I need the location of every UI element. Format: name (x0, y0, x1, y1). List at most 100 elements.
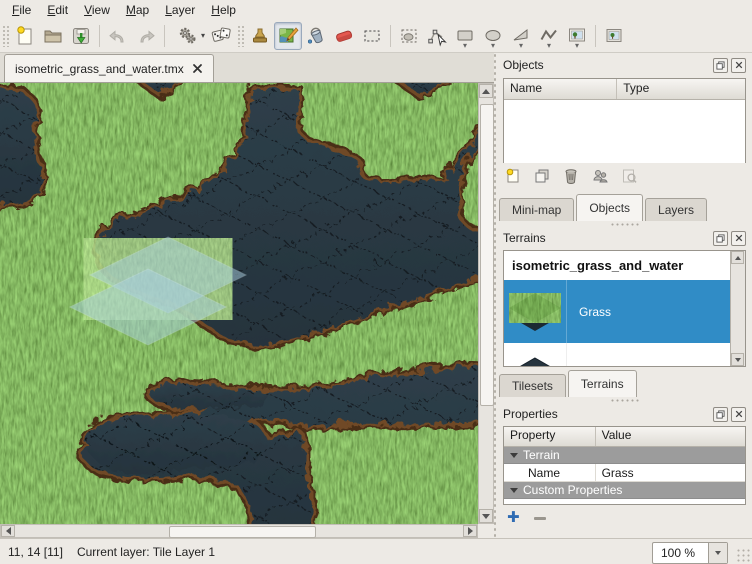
random-mode-button[interactable] (207, 22, 235, 50)
image-icon (603, 25, 625, 47)
dropdown-caret-icon (201, 32, 205, 40)
scroll-down-button[interactable] (731, 353, 744, 366)
terrain-brush-button[interactable] (274, 22, 302, 50)
horizontal-scroll-thumb[interactable] (169, 526, 316, 538)
objects-column-type[interactable]: Type (617, 79, 745, 99)
toolbar-grip-2[interactable] (237, 25, 244, 47)
delete-object-icon[interactable] (561, 166, 581, 186)
object-properties-icon[interactable] (619, 166, 639, 186)
properties-column-property[interactable]: Property (504, 427, 596, 446)
menu-view[interactable]: View (76, 1, 118, 19)
stamp-brush-button[interactable] (246, 22, 274, 50)
eraser-button[interactable] (330, 22, 358, 50)
edit-polygons-button[interactable] (423, 22, 451, 50)
tab-objects[interactable]: Objects (576, 194, 643, 221)
remove-property-icon[interactable] (534, 517, 546, 520)
close-panel-icon[interactable] (731, 407, 746, 422)
scroll-down-button[interactable] (479, 509, 493, 523)
document-tab[interactable]: isometric_grass_and_water.tmx (4, 54, 214, 82)
terrain-item-grass[interactable]: Grass (504, 280, 730, 343)
terrains-scrollbar[interactable] (730, 251, 745, 366)
menu-map[interactable]: Map (118, 1, 157, 19)
insert-rectangle-button[interactable] (451, 22, 479, 50)
zoom-combo[interactable]: 100 % (652, 542, 728, 564)
insert-image-button[interactable] (600, 22, 628, 50)
vertical-scroll-thumb[interactable] (480, 104, 494, 406)
duplicate-object-icon[interactable] (532, 166, 552, 186)
tab-layers[interactable]: Layers (645, 198, 707, 221)
dropdown-caret-icon (575, 42, 579, 50)
group-label: Terrain (523, 448, 560, 462)
close-panel-icon[interactable] (731, 231, 746, 246)
redo-button[interactable] (132, 22, 160, 50)
stamp-icon (249, 25, 271, 47)
dice-icon (210, 25, 232, 47)
insert-tile-button[interactable] (563, 22, 591, 50)
properties-column-value[interactable]: Value (596, 427, 745, 446)
insert-ellipse-button[interactable] (479, 22, 507, 50)
right-dock: Objects Name Type (497, 53, 752, 538)
insert-polyline-button[interactable] (535, 22, 563, 50)
undo-button[interactable] (104, 22, 132, 50)
open-file-button[interactable] (39, 22, 67, 50)
select-objects-button[interactable] (395, 22, 423, 50)
vertical-scrollbar[interactable] (478, 83, 494, 524)
tab-tilesets[interactable]: Tilesets (499, 374, 566, 397)
main-toolbar (0, 19, 752, 53)
size-grip[interactable] (736, 548, 750, 562)
property-value[interactable]: Grass (596, 466, 634, 480)
scroll-left-button[interactable] (1, 525, 15, 537)
scroll-right-button[interactable] (463, 525, 477, 537)
menu-layer[interactable]: Layer (157, 1, 203, 19)
automap-button[interactable] (169, 22, 207, 50)
objects-table-body[interactable] (504, 100, 745, 163)
float-panel-icon[interactable] (713, 58, 728, 73)
move-objects-icon[interactable] (590, 166, 610, 186)
rectangular-select-button[interactable] (358, 22, 386, 50)
gears-icon (177, 25, 199, 47)
property-group-custom[interactable]: Custom Properties (504, 482, 745, 499)
properties-toolbar: ✚ (507, 511, 546, 525)
dock-tabs-top: Mini-map Objects Layers (499, 194, 709, 221)
zoom-dropdown-button[interactable] (708, 543, 727, 563)
map-canvas[interactable] (0, 83, 478, 524)
terrain-item-water[interactable]: Water (504, 343, 730, 366)
tab-close-icon[interactable] (192, 63, 203, 74)
toolbar-grip[interactable] (2, 25, 9, 47)
objects-panel-title: Objects (503, 58, 710, 72)
add-property-icon[interactable]: ✚ (507, 511, 520, 525)
new-file-icon (14, 25, 36, 47)
property-row-name[interactable]: Name Grass (504, 464, 745, 482)
panel-splitter-handle[interactable] (610, 222, 640, 227)
menu-edit[interactable]: Edit (39, 1, 76, 19)
close-panel-icon[interactable] (731, 58, 746, 73)
new-map-button[interactable] (11, 22, 39, 50)
redo-icon (135, 25, 157, 47)
select-objects-icon (398, 25, 420, 47)
undo-icon (107, 25, 129, 47)
save-file-button[interactable] (67, 22, 95, 50)
panel-splitter-handle[interactable] (610, 398, 640, 403)
save-icon (70, 25, 92, 47)
tab-terrains[interactable]: Terrains (568, 370, 637, 397)
float-panel-icon[interactable] (713, 407, 728, 422)
horizontal-scrollbar[interactable] (0, 524, 478, 538)
properties-panel-header: Properties (503, 405, 746, 423)
status-bar: 11, 14 [11] Current layer: Tile Layer 1 … (0, 538, 752, 564)
objects-table[interactable]: Name Type (503, 78, 746, 163)
add-object-icon[interactable] (503, 166, 523, 186)
scroll-up-button[interactable] (731, 251, 744, 264)
objects-column-name[interactable]: Name (504, 79, 617, 99)
property-group-terrain[interactable]: Terrain (504, 447, 745, 464)
scroll-up-button[interactable] (479, 84, 493, 98)
zoom-value[interactable]: 100 % (653, 543, 708, 563)
grass-tile-thumbnail (504, 280, 567, 343)
menu-file[interactable]: File (4, 1, 39, 19)
tab-mini-map[interactable]: Mini-map (499, 198, 574, 221)
float-panel-icon[interactable] (713, 231, 728, 246)
terrain-name: Grass (567, 305, 611, 319)
insert-polygon-button[interactable] (507, 22, 535, 50)
bucket-fill-button[interactable] (302, 22, 330, 50)
edit-polygons-icon (426, 25, 448, 47)
menu-help[interactable]: Help (203, 1, 244, 19)
